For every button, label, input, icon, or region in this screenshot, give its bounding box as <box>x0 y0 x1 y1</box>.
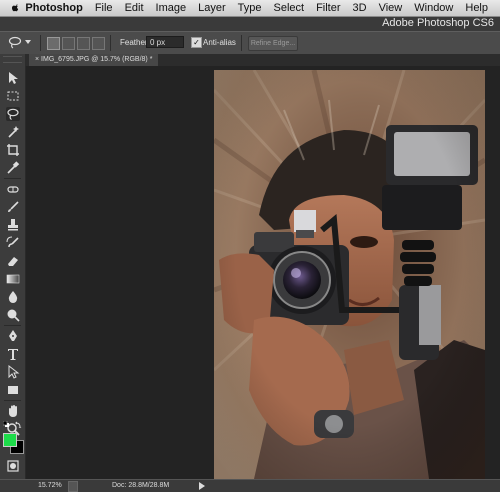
menu-file[interactable]: File <box>95 2 113 14</box>
healing-brush-tool-icon[interactable] <box>6 182 20 196</box>
menu-view[interactable]: View <box>379 2 403 14</box>
tools-panel <box>0 54 26 479</box>
document-info: Doc: 28.8M/28.8M <box>112 482 170 489</box>
hand-tool-icon[interactable] <box>6 404 20 418</box>
refine-edge-button[interactable]: Refine Edge... <box>248 36 298 51</box>
path-selection-tool-icon[interactable] <box>6 364 20 379</box>
chevron-down-icon[interactable] <box>25 40 31 45</box>
menu-select[interactable]: Select <box>274 2 305 14</box>
play-arrow-icon[interactable] <box>199 482 205 490</box>
document-photo[interactable] <box>214 70 485 479</box>
foreground-color-swatch[interactable] <box>3 433 17 447</box>
document-tab-label: IMG_6795.JPG @ 15.7% (RGB/8) * <box>41 56 153 63</box>
intersect-selection-button[interactable] <box>92 37 105 50</box>
antialias-checkbox[interactable]: ✓ <box>191 37 202 48</box>
preview-icon[interactable] <box>68 481 78 492</box>
quick-mask-icon[interactable] <box>6 459 20 473</box>
zoom-level[interactable]: 15.72% <box>38 482 62 489</box>
swap-colors-icon[interactable] <box>15 421 22 428</box>
menu-layer[interactable]: Layer <box>198 2 226 14</box>
eyedropper-tool-icon[interactable] <box>6 161 20 175</box>
divider <box>4 400 21 401</box>
new-selection-button[interactable] <box>47 37 60 50</box>
eraser-tool-icon[interactable] <box>6 254 20 268</box>
document-tab-bar: × IMG_6795.JPG @ 15.7% (RGB/8) * <box>25 54 500 66</box>
marquee-tool-icon[interactable] <box>6 89 20 103</box>
divider <box>40 35 41 51</box>
lasso-tool-icon[interactable] <box>6 107 20 121</box>
divider <box>110 35 111 51</box>
menu-help[interactable]: Help <box>465 2 488 14</box>
menu-window[interactable]: Window <box>414 2 453 14</box>
default-colors-icon[interactable] <box>3 421 9 427</box>
dodge-tool-icon[interactable] <box>6 308 20 322</box>
app-title-bar: Adobe Photoshop CS6 <box>0 17 500 31</box>
lasso-tool-preset-icon[interactable] <box>8 36 22 49</box>
magic-wand-tool-icon[interactable] <box>6 125 20 139</box>
crop-tool-icon[interactable] <box>6 143 20 157</box>
status-bar: 15.72% Doc: 28.8M/28.8M <box>0 479 500 492</box>
subtract-from-selection-button[interactable] <box>77 37 90 50</box>
menu-3d[interactable]: 3D <box>353 2 367 14</box>
menu-bar: Photoshop File Edit Image Layer Type Sel… <box>0 0 500 17</box>
apple-icon[interactable] <box>12 1 19 15</box>
divider <box>241 35 242 51</box>
app-title: Adobe Photoshop CS6 <box>382 17 494 29</box>
close-tab-icon[interactable]: × <box>35 56 39 63</box>
blur-tool-icon[interactable] <box>6 290 20 304</box>
document-tab[interactable]: × IMG_6795.JPG @ 15.7% (RGB/8) * <box>29 54 159 66</box>
gradient-tool-icon[interactable] <box>6 272 20 286</box>
pen-tool-icon[interactable] <box>6 329 20 343</box>
feather-input[interactable]: 0 px <box>146 36 184 48</box>
menu-photoshop[interactable]: Photoshop <box>25 2 82 14</box>
move-tool-icon[interactable] <box>6 71 20 85</box>
add-to-selection-button[interactable] <box>62 37 75 50</box>
rectangle-tool-icon[interactable] <box>6 383 20 397</box>
menu-type[interactable]: Type <box>238 2 262 14</box>
menu-edit[interactable]: Edit <box>125 2 144 14</box>
divider <box>4 178 21 179</box>
brush-tool-icon[interactable] <box>6 200 20 214</box>
menu-image[interactable]: Image <box>156 2 187 14</box>
panel-grip[interactable] <box>3 56 22 63</box>
options-bar: Feather: 0 px ✓ Anti-alias Refine Edge..… <box>0 31 500 55</box>
divider <box>4 325 21 326</box>
antialias-label: Anti-alias <box>203 38 236 47</box>
type-tool-icon[interactable] <box>6 347 20 361</box>
menu-filter[interactable]: Filter <box>316 2 340 14</box>
clone-stamp-tool-icon[interactable] <box>6 218 20 232</box>
history-brush-tool-icon[interactable] <box>6 236 20 250</box>
